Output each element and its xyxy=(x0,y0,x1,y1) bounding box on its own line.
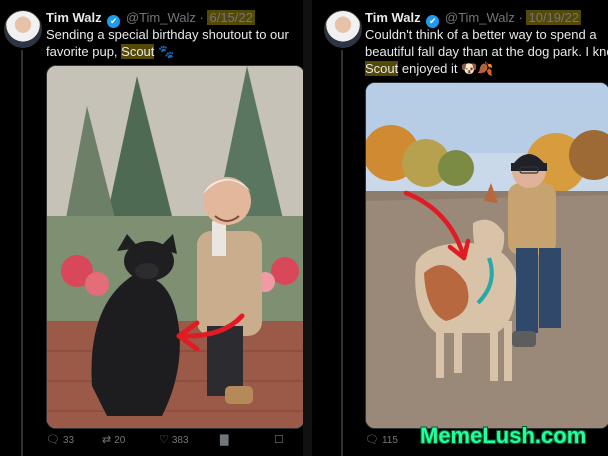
tweet-text-after: 🐾 xyxy=(154,44,175,59)
tweet-text-after: enjoyed it 🐶🍂 xyxy=(398,61,494,76)
author-handle[interactable]: @Tim_Walz xyxy=(126,10,196,25)
reply-button[interactable]: 🗨 33 xyxy=(46,434,74,446)
tweet-text-line1: Couldn't think of a better way to spend … xyxy=(365,27,597,42)
reply-icon: 🗨 xyxy=(365,434,379,446)
left-tweet: Tim Walz ✔ @Tim_Walz · 6/15/22 Sending a… xyxy=(0,0,303,456)
reply-count: 33 xyxy=(62,434,75,446)
tweet-actions: 🗨 33 ⇄ 20 ♡ 383 ▇ ☐ xyxy=(46,434,296,452)
author-handle[interactable]: @Tim_Walz xyxy=(445,10,515,25)
author-name[interactable]: Tim Walz xyxy=(365,10,421,25)
like-count: 383 xyxy=(171,434,189,446)
reply-icon: 🗨 xyxy=(46,434,60,446)
thread-line xyxy=(21,50,23,456)
birthday-photo-illustration xyxy=(47,66,303,428)
dog-park-photo-illustration xyxy=(366,83,608,428)
separator: · xyxy=(518,10,523,25)
retweet-icon: ⇄ xyxy=(102,434,112,446)
highlighted-name: Scout xyxy=(365,61,399,76)
author-name[interactable]: Tim Walz xyxy=(46,10,102,25)
highlighted-name: Scout xyxy=(121,44,155,59)
thread-line xyxy=(341,50,343,456)
right-tweet: Tim Walz ✔ @Tim_Walz · 10/19/22 Couldn't… xyxy=(312,0,608,456)
retweet-count: 20 xyxy=(114,434,126,446)
retweet-button[interactable]: ⇄ 20 xyxy=(102,434,125,446)
views-button[interactable]: ▇ xyxy=(220,434,228,446)
avatar[interactable] xyxy=(324,10,362,48)
avatar[interactable] xyxy=(4,10,42,48)
tweet-text: Sending a special birthday shoutout to o… xyxy=(46,26,302,60)
bookmark-button[interactable]: ☐ xyxy=(274,434,284,446)
views-icon: ▇ xyxy=(220,434,229,446)
like-button[interactable]: ♡ 383 xyxy=(159,434,189,446)
tweet-text-line2: beautiful fall day than at the dog park.… xyxy=(365,44,608,59)
tweet-date[interactable]: 6/15/22 xyxy=(207,10,255,25)
tweet-photo-dog-park[interactable] xyxy=(365,82,608,429)
like-icon: ♡ xyxy=(159,434,169,446)
separator: · xyxy=(199,10,204,25)
panel-divider xyxy=(303,0,312,456)
tweet-photo-birthday[interactable] xyxy=(46,65,303,429)
reply-count: 115 xyxy=(381,434,398,446)
tweet-date[interactable]: 10/19/22 xyxy=(526,10,582,25)
tweet-text: Couldn't think of a better way to spend … xyxy=(365,26,608,77)
reply-button[interactable]: 🗨 115 xyxy=(365,434,398,446)
watermark: MemeLush.com xyxy=(420,423,587,448)
bookmark-icon: ☐ xyxy=(274,434,284,446)
